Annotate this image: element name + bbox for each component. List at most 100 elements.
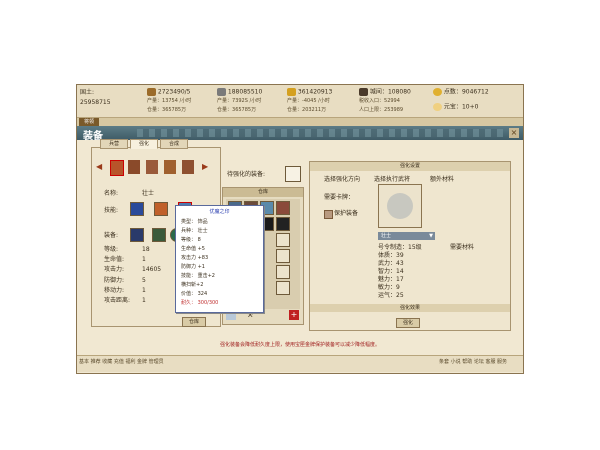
tooltip-row: 价值： 324 [181, 291, 208, 297]
footer-link[interactable]: 管理员 [149, 359, 164, 365]
footer-link[interactable]: 服务 [497, 359, 507, 365]
footer-link[interactable]: 福利 [125, 359, 135, 365]
choose-general: 选择执行武将 [374, 176, 411, 183]
extra-materials: 额外材料 [430, 176, 455, 183]
warrior-icon[interactable] [182, 160, 194, 174]
enhance-panel: 强化设置 选择强化方向 选择执行武将 额外材料 需要卡牌： 保护装备 壮士 ▼ 需… [309, 161, 511, 331]
dragon-icon [387, 193, 413, 219]
enhance-note: 强化装备会降低耐久度上限，使用宝匣金牌保护装备可以减少降低幅度。 [219, 342, 380, 348]
item-slot[interactable] [276, 217, 290, 231]
footer-link[interactable]: 帮助 [462, 359, 472, 365]
tooltip-row: 兵种： 壮士 [181, 228, 208, 234]
name-label: 名称: [104, 190, 119, 197]
tooltip-row: 生命值 +5 [181, 246, 205, 252]
item-slot[interactable] [276, 233, 290, 247]
footer-bar: 基本 推荐 收藏 充值 福利 金牌 管理员 条套 小说 帮助 论坛 客服 服务 [77, 355, 523, 372]
need-card-label: 需要卡牌： [324, 194, 355, 201]
warehouse-title: 仓库 [223, 188, 303, 197]
footer-link[interactable]: 收藏 [102, 359, 112, 365]
tooltip-row: 防御力 +1 [181, 264, 205, 270]
stat-hp: 1 [142, 256, 146, 263]
footer-link[interactable]: 条套 [439, 359, 449, 365]
tooltip-row: 等级： 8 [181, 237, 201, 243]
iron-store: 365785万 [232, 107, 257, 113]
skill-icon[interactable] [154, 202, 168, 216]
item-tooltip: 优魔之印 类型： 饰品 兵种： 壮士 等级： 8 生命值 +5 攻击力 +83 … [175, 205, 264, 313]
tooltip-durability: 耐久： 300/300 [181, 300, 219, 306]
equip-slot-icon[interactable] [152, 228, 166, 242]
food-store: 365785万 [162, 107, 187, 113]
prev-arrow-icon[interactable]: ◀ [96, 162, 106, 172]
warehouse-button[interactable]: 仓库 [182, 317, 206, 327]
person-icon [359, 88, 368, 96]
population: 城间：108080 [359, 88, 411, 96]
top-tab-generals[interactable]: 将领 [79, 118, 99, 126]
footer-link[interactable]: 客服 [485, 359, 495, 365]
protect-label: 保护装备 [334, 210, 359, 217]
general-select[interactable]: 壮士 ▼ [378, 232, 435, 240]
skill-label: 技能: [104, 207, 119, 214]
item-slot[interactable] [276, 265, 290, 279]
equip-slot-icon[interactable] [130, 228, 144, 242]
close-icon[interactable]: × [509, 128, 519, 138]
footer-link[interactable]: 充值 [114, 359, 124, 365]
vip: 元宝：10+0 [433, 103, 478, 111]
item-slot[interactable] [276, 281, 290, 295]
face-icon [433, 103, 442, 111]
general-portrait[interactable] [378, 184, 422, 228]
stat-attack: 14605 [142, 266, 162, 273]
warrior-icon[interactable] [164, 160, 176, 174]
equip-label: 装备: [104, 232, 119, 239]
material-need: 需要材料 [450, 244, 475, 251]
skill-icon[interactable] [130, 202, 144, 216]
tooltip-row: 横扫斩+2 [181, 282, 204, 288]
tooltip-title: 优魔之印 [209, 209, 230, 215]
iron-amount: 188085510 [217, 88, 262, 96]
gold-rate: -4045 /小时 [302, 98, 330, 104]
choose-direction: 选择强化方向 [324, 176, 361, 183]
footer-link[interactable]: 论坛 [474, 359, 484, 365]
food-amount: 2723490/5 [147, 88, 190, 96]
tab-synthesis[interactable]: 合成 [160, 139, 188, 149]
tooltip-row: 攻击力 +83 [181, 255, 209, 261]
resource-bar: 国土: 25958715 2723490/5 产量：13754 /小时 仓量：3… [77, 85, 523, 118]
to-enhance-slot[interactable] [285, 166, 301, 182]
gold-store: 203211万 [302, 107, 327, 113]
name-value: 壮士 [142, 190, 155, 197]
footer-link[interactable]: 小说 [451, 359, 461, 365]
footer-link[interactable]: 推荐 [91, 359, 101, 365]
item-slot[interactable] [276, 201, 290, 215]
protect-checkbox[interactable] [324, 210, 333, 219]
footer-link[interactable]: 金牌 [137, 359, 147, 365]
enhance-effect-title: 强化效果 [310, 304, 510, 312]
enhance-button[interactable]: 强化 [396, 318, 420, 328]
gold-amount: 361420913 [287, 88, 332, 96]
points: 点数：9046712 [433, 88, 489, 96]
coin-icon [433, 88, 442, 96]
footer-link[interactable]: 基本 [79, 359, 89, 365]
tab-enhance[interactable]: 强化 [130, 139, 158, 149]
next-arrow-icon[interactable]: ▶ [202, 162, 212, 172]
warrior-icon[interactable] [128, 160, 140, 174]
tooltip-row: 类型： 饰品 [181, 219, 208, 225]
warrior-icon[interactable] [110, 160, 124, 176]
stat-range: 1 [142, 297, 146, 304]
item-slot[interactable] [276, 249, 290, 263]
tooltip-row: 技能： 重击+2 [181, 273, 215, 279]
pop-limit: 253989 [384, 107, 404, 113]
land-label: 国土: [80, 89, 95, 96]
window-titlebar: 装备 × [77, 126, 523, 142]
land-value: 25958715 [80, 99, 111, 106]
add-icon[interactable]: + [289, 310, 299, 320]
food-icon [147, 88, 156, 96]
food-rate: 13754 /小时 [162, 98, 192, 104]
tab-barracks[interactable]: 兵营 [100, 139, 128, 149]
to-enhance-label: 待强化的装备: [227, 171, 266, 178]
stat-defense: 5 [142, 277, 146, 284]
enhance-settings-title: 强化设置 [310, 162, 510, 171]
stat-level: 18 [142, 246, 150, 253]
warrior-icon[interactable] [146, 160, 158, 174]
iron-icon [217, 88, 226, 96]
game-window: 国土: 25958715 2723490/5 产量：13754 /小时 仓量：3… [76, 84, 524, 374]
chevron-down-icon: ▼ [429, 233, 433, 239]
